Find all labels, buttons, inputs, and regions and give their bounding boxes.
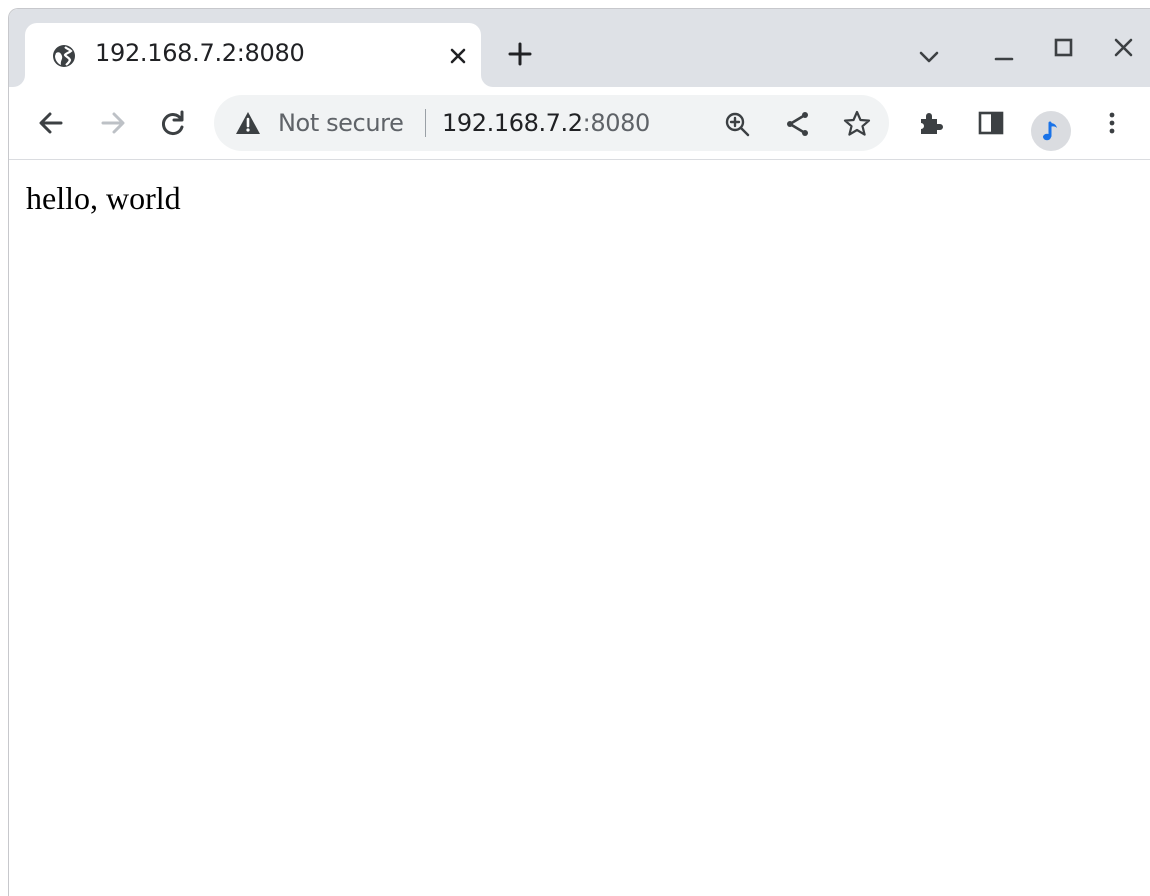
url-host: 192.168.7.2	[442, 109, 583, 137]
bookmark-star-icon[interactable]	[842, 109, 872, 139]
forward-icon[interactable]	[96, 106, 130, 140]
zoom-icon[interactable]	[722, 109, 752, 139]
maximize-icon[interactable]	[1049, 33, 1079, 63]
page-content: hello, world	[9, 160, 1150, 896]
extensions-icon[interactable]	[914, 106, 948, 140]
close-window-icon[interactable]	[1109, 33, 1139, 63]
music-note-icon	[1043, 121, 1057, 141]
address-bar[interactable]: Not secure 192.168.7.2:8080	[214, 95, 889, 151]
side-panel-icon[interactable]	[974, 106, 1008, 140]
url-text[interactable]: 192.168.7.2:8080	[442, 109, 650, 137]
chevron-down-icon[interactable]	[915, 43, 943, 71]
close-tab-icon[interactable]	[445, 43, 471, 69]
new-tab-button[interactable]	[505, 39, 535, 69]
tab-strip: 192.168.7.2:8080	[9, 9, 1150, 87]
warning-icon[interactable]	[234, 109, 262, 137]
share-icon[interactable]	[782, 109, 812, 139]
back-icon[interactable]	[34, 106, 68, 140]
security-label[interactable]: Not secure	[278, 109, 404, 137]
profile-avatar[interactable]	[1031, 111, 1071, 151]
browser-toolbar: Not secure 192.168.7.2:8080	[9, 87, 1150, 160]
url-port: :8080	[582, 109, 651, 137]
minimize-icon[interactable]	[989, 39, 1019, 69]
globe-icon	[53, 45, 75, 67]
page-body-text: hello, world	[26, 180, 181, 216]
reload-icon[interactable]	[156, 106, 190, 140]
tab-title: 192.168.7.2:8080	[95, 39, 305, 67]
omnibox-divider	[425, 109, 426, 137]
kebab-menu-icon[interactable]	[1095, 106, 1129, 140]
tab-active[interactable]: 192.168.7.2:8080	[25, 23, 481, 87]
browser-window: 192.168.7.2:8080 Not secure 192.168.7.2:…	[8, 8, 1150, 896]
